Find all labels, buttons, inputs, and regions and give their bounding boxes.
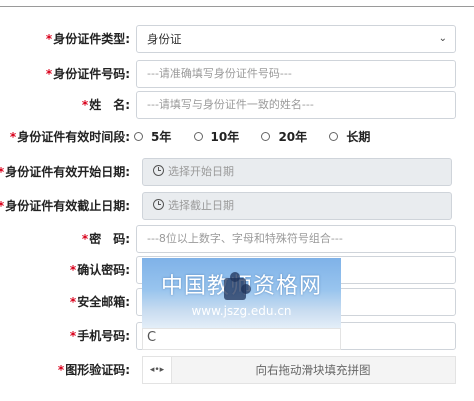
slider-hint-text: 向右拖动滑块填充拼图 [255, 363, 371, 377]
label-captcha: *图形验证码: [57, 363, 130, 377]
password-input[interactable]: ---8位以上数字、字母和特殊符号组合--- [136, 225, 456, 253]
validity-option-10[interactable]: 10年 [193, 123, 239, 151]
label-confirm-password: *确认密码: [69, 263, 130, 277]
validity-option-permanent[interactable]: 长期 [329, 123, 370, 151]
label-end-date: *身份证件有效截止日期: [0, 199, 130, 213]
start-date-input[interactable]: 选择开始日期 [142, 158, 452, 186]
label-phone: *手机号码: [69, 329, 130, 343]
label-validity: *身份证件有效时间段: [9, 130, 130, 144]
name-input[interactable]: ---请填写与身份证件一致的姓名--- [136, 91, 456, 119]
slider-handle[interactable]: ◂•▸ [143, 357, 172, 383]
end-date-input[interactable]: 选择截止日期 [142, 192, 452, 220]
label-email: *安全邮箱: [69, 295, 130, 309]
clock-icon [153, 199, 164, 210]
id-type-select[interactable]: 身份证 ⌄ [136, 25, 456, 53]
row-validity: *身份证件有效时间段: 5年 10年 20年 长期 [0, 123, 474, 151]
radio-icon [261, 132, 271, 141]
captcha-slider: ◂•▸ 向右拖动滑块填充拼图 [142, 356, 456, 384]
row-name: *姓 名: ---请填写与身份证件一致的姓名--- [0, 91, 474, 119]
validity-option-20[interactable]: 20年 [261, 123, 307, 151]
radio-icon [134, 132, 143, 141]
radio-icon [193, 132, 203, 141]
id-type-value: 身份证 [147, 32, 182, 46]
captcha-image: 中国教师资格网 www.jszg.edu.cn [142, 258, 341, 328]
row-id-type: *身份证件类型: 身份证 ⌄ [0, 25, 474, 53]
chevron-down-icon: ⌄ [438, 33, 447, 44]
row-end-date: *身份证件有效截止日期: 选择截止日期 [0, 192, 474, 220]
validity-radio-group: 5年 10年 20年 长期 [134, 123, 388, 151]
top-divider [0, 6, 474, 7]
radio-icon [329, 132, 339, 141]
clock-icon [153, 165, 164, 176]
id-number-input[interactable]: ---请准确填写身份证件号码--- [136, 60, 456, 88]
row-start-date: *身份证件有效开始日期: 选择开始日期 [0, 158, 474, 186]
captcha-image-url: www.jszg.edu.cn [191, 304, 292, 318]
captcha-refresh-bar: C [142, 328, 341, 350]
row-id-number: *身份证件号码: ---请准确填写身份证件号码--- [0, 60, 474, 88]
refresh-icon[interactable]: C [147, 330, 156, 345]
label-start-date: *身份证件有效开始日期: [0, 165, 130, 179]
label-password: *密 码: [81, 232, 130, 246]
row-password: *密 码: ---8位以上数字、字母和特殊符号组合--- [0, 225, 474, 253]
label-id-type: *身份证件类型: [45, 32, 130, 46]
label-name: *姓 名: [81, 98, 130, 112]
label-id-number: *身份证件号码: [45, 67, 130, 81]
puzzle-piece-icon [224, 272, 251, 300]
validity-option-5[interactable]: 5年 [134, 123, 171, 151]
